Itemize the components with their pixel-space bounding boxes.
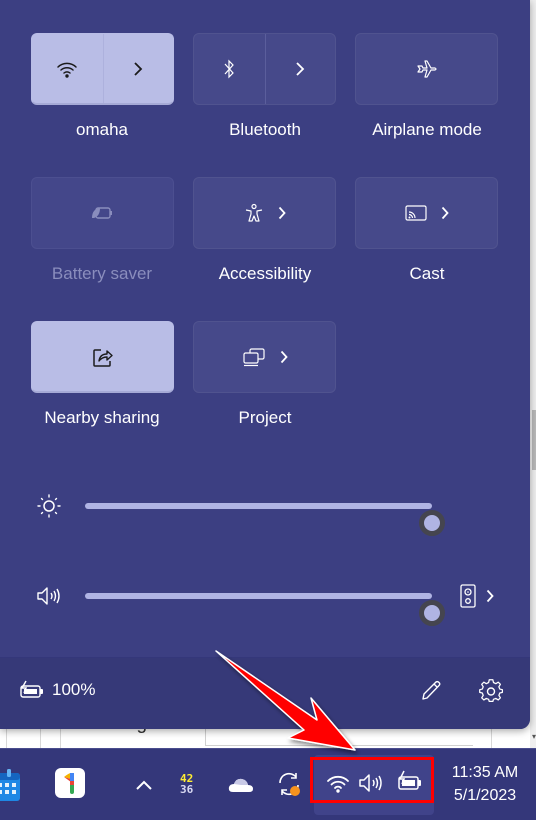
tile-label-bluetooth: Bluetooth [229,120,301,139]
bluetooth-expand-button[interactable] [265,34,336,104]
chevron-right-icon [486,589,494,603]
pencil-icon[interactable] [418,678,444,704]
volume-slider[interactable] [85,593,445,626]
accessibility-icon [245,203,262,222]
tile-project[interactable] [193,321,336,393]
taskbar: 42 36 11:35 AM 5/1/2023 [0,748,536,820]
clock-time: 11:35 AM [451,764,519,781]
tile-label-battery-saver: Battery saver [51,264,153,283]
wifi-icon [57,62,77,78]
cloud-icon[interactable] [228,777,254,793]
gear-icon[interactable] [478,678,504,704]
project-icon [242,348,265,367]
clock-date: 5/1/2023 [453,787,517,804]
sun-icon [37,494,61,518]
share-icon [92,348,113,367]
tile-label-nearby-sharing: Nearby sharing [44,408,160,427]
quick-settings-panel: omaha Bluetooth Airplane mode Battery sa… [0,0,530,729]
volume-slider-row [0,576,530,626]
brightness-slider-row [0,486,530,536]
chevron-right-icon [296,62,305,76]
tile-battery-saver[interactable] [31,177,174,249]
audio-output-button[interactable] [460,582,508,610]
tile-label-cast: Cast [409,264,445,283]
battery-charging-icon [20,680,43,698]
battery-saver-icon [91,207,112,219]
weather-low: 36 [180,783,194,796]
battery-status-button[interactable]: 100% [18,680,95,700]
tile-nearby-sharing[interactable] [31,321,174,393]
brightness-slider-thumb[interactable] [419,510,445,536]
tile-cast[interactable] [355,177,498,249]
chevron-right-icon [134,61,143,76]
scrollbar[interactable] [530,0,536,748]
chevron-right-icon [278,206,286,220]
scrollbar-thumb[interactable] [532,410,536,470]
annotation-highlight-box [310,757,434,803]
chevron-right-icon [441,206,449,220]
volume-slider-thumb[interactable] [419,600,445,626]
tile-wifi [31,33,174,105]
tile-bluetooth [193,33,336,105]
chevron-up-icon[interactable] [135,779,153,791]
speaker-device-icon [460,584,476,608]
sync-icon[interactable] [276,771,302,797]
brightness-slider[interactable] [85,503,445,536]
scroll-down-arrow[interactable]: ▾ [532,732,536,741]
tile-airplane-mode[interactable] [355,33,498,105]
tile-accessibility[interactable] [193,177,336,249]
airplane-icon [416,60,437,78]
weather-widget[interactable]: 42 36 [180,773,202,795]
taskbar-clock[interactable]: 11:35 AM 5/1/2023 [440,761,530,807]
quick-settings-tiles-area: omaha Bluetooth Airplane mode Battery sa… [0,0,530,657]
bluetooth-icon [224,59,235,79]
tile-label-airplane-mode: Airplane mode [372,120,482,139]
quick-settings-footer: 100% [0,657,530,729]
wifi-expand-button[interactable] [103,34,174,103]
battery-percentage: 100% [52,680,96,699]
bluetooth-toggle-button[interactable] [194,34,265,104]
wifi-toggle-button[interactable] [32,34,103,103]
tile-label-wifi: omaha [76,120,128,139]
calendar-icon[interactable] [0,769,22,803]
speaker-volume-icon[interactable] [34,584,64,608]
tile-label-accessibility: Accessibility [218,264,312,283]
cast-icon [404,205,427,221]
tile-label-project: Project [238,408,292,427]
google-one-icon[interactable] [55,768,85,798]
chevron-right-icon [280,350,288,364]
